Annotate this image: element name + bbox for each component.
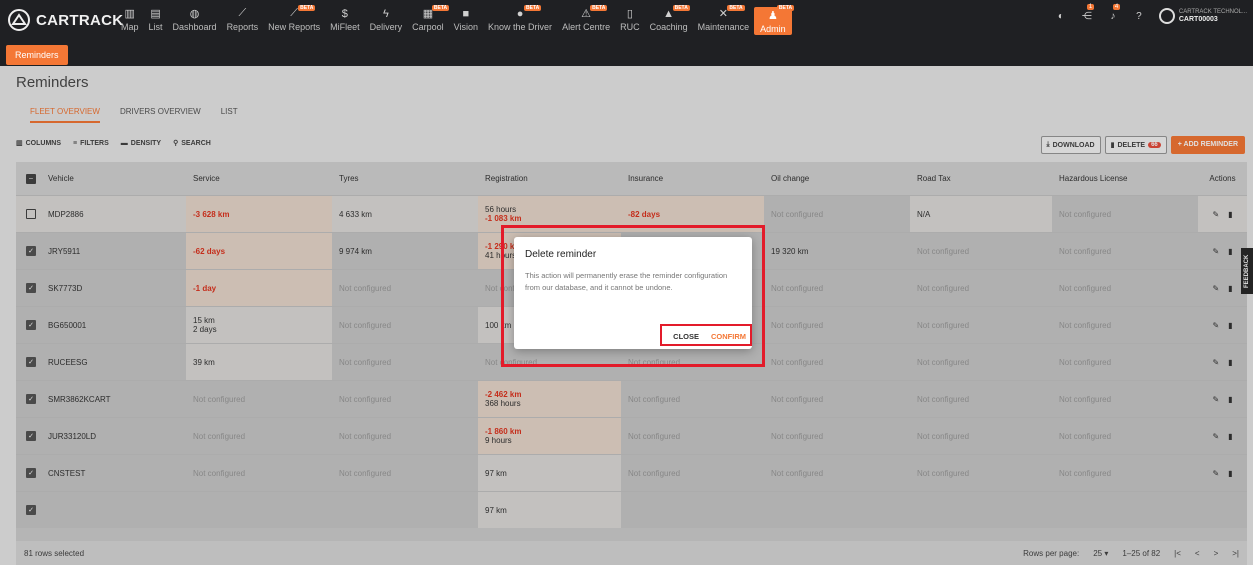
nav-item-know-the-driver[interactable]: ● BETA Know the Driver — [483, 5, 557, 37]
notification-badge: 1 — [1086, 4, 1095, 10]
bell-icon[interactable]: ♪ 4 — [1107, 4, 1121, 22]
camera-icon: ■ — [462, 7, 470, 20]
nav-item-label: Admin — [760, 24, 786, 34]
nav-item-ruc[interactable]: ▯ RUC — [615, 7, 645, 37]
share-icon[interactable]: ⋲ 1 — [1081, 4, 1095, 22]
dialog-actions-highlight-box — [660, 324, 752, 346]
nav-item-list[interactable]: ▤ List — [144, 7, 168, 37]
cartrack-logo-icon — [8, 9, 30, 31]
nav-item-label: List — [148, 22, 163, 32]
account-menu[interactable]: CARTRACK TECHNOL... CART00003 — [1158, 8, 1247, 24]
dashboard-icon: ◍ — [189, 8, 200, 20]
beta-badge: BETA — [431, 5, 450, 11]
map-icon: ▥ — [124, 8, 135, 20]
nav-item-maintenance[interactable]: ✕ BETA Maintenance — [693, 5, 755, 37]
avatar — [1158, 8, 1175, 24]
nav-right: ◐ ⋲ 1 ♪ 4 ? CARTRACK TECHNOL... CART00003 — [1055, 4, 1247, 24]
top-navbar: CARTRACK ▥ Map ▤ List ◍ Dashboard ⟋ Reports ⟋ BET… — [0, 0, 1253, 44]
help-icon[interactable]: ? — [1133, 10, 1145, 22]
nav-item-alert-centre[interactable]: ⚠ BETA Alert Centre — [557, 5, 615, 37]
nav-item-label: RUC — [620, 22, 640, 32]
account-company: CARTRACK TECHNOL... — [1178, 9, 1247, 15]
nav-item-label: Maintenance — [697, 22, 750, 32]
nav-item-delivery[interactable]: ϟ Delivery — [365, 7, 408, 37]
nav-item-label: Delivery — [369, 22, 403, 32]
reports-icon: ⟋ — [238, 7, 247, 19]
account-info: CARTRACK TECHNOL... CART00003 — [1179, 8, 1247, 24]
alert-badge: 4 — [1112, 4, 1121, 10]
nav-item-vision[interactable]: ■ Vision — [449, 7, 483, 37]
bolt-icon: ϟ — [382, 7, 389, 20]
dollar-icon: $ — [341, 7, 348, 20]
nav-item-label: Reports — [226, 22, 259, 32]
document-icon: ▯ — [626, 8, 633, 20]
nav-item-label: Dashboard — [172, 22, 217, 32]
beta-badge: BETA — [590, 5, 608, 11]
nav-item-new-reports[interactable]: ⟋ BETA New Reports — [263, 5, 325, 37]
beta-badge: BETA — [727, 5, 745, 11]
list-icon: ▤ — [150, 8, 161, 20]
cartrack-logo[interactable]: CARTRACK — [8, 9, 123, 31]
nav-item-label: Alert Centre — [562, 22, 611, 32]
nav-item-map[interactable]: ▥ Map — [116, 7, 144, 37]
nav-item-admin[interactable]: ♟ BETA Admin — [754, 5, 795, 35]
account-id: CART00003 — [1178, 16, 1218, 23]
sub-navbar: Reminders — [0, 44, 1253, 66]
nav-item-label: Map — [121, 22, 139, 32]
nav-item-label: Vision — [453, 22, 479, 32]
beta-badge: BETA — [298, 5, 316, 11]
nav-item-label: Know the Driver — [488, 22, 553, 32]
subtab-reminders[interactable]: Reminders — [6, 45, 68, 65]
beta-badge: BETA — [672, 5, 690, 11]
shield-icon[interactable]: ◐ — [1055, 10, 1067, 22]
beta-badge: BETA — [524, 5, 542, 11]
nav-item-carpool[interactable]: ▦ BETA Carpool — [407, 5, 450, 37]
nav-item-reports[interactable]: ⟋ Reports — [222, 7, 264, 37]
nav-item-label: New Reports — [268, 22, 321, 32]
brand-name: CARTRACK — [36, 11, 124, 29]
nav-item-dashboard[interactable]: ◍ Dashboard — [168, 7, 222, 37]
nav-item-label: Coaching — [649, 22, 688, 32]
nav-item-mifleet[interactable]: $ MiFleet — [325, 7, 365, 37]
beta-badge: BETA — [776, 5, 795, 11]
nav-item-label: MiFleet — [330, 22, 360, 32]
nav-item-coaching[interactable]: ▲ BETA Coaching — [645, 5, 693, 37]
main-nav: ▥ Map ▤ List ◍ Dashboard ⟋ Reports ⟋ BETA New Repo… — [116, 5, 795, 37]
nav-item-label: Carpool — [412, 22, 444, 32]
